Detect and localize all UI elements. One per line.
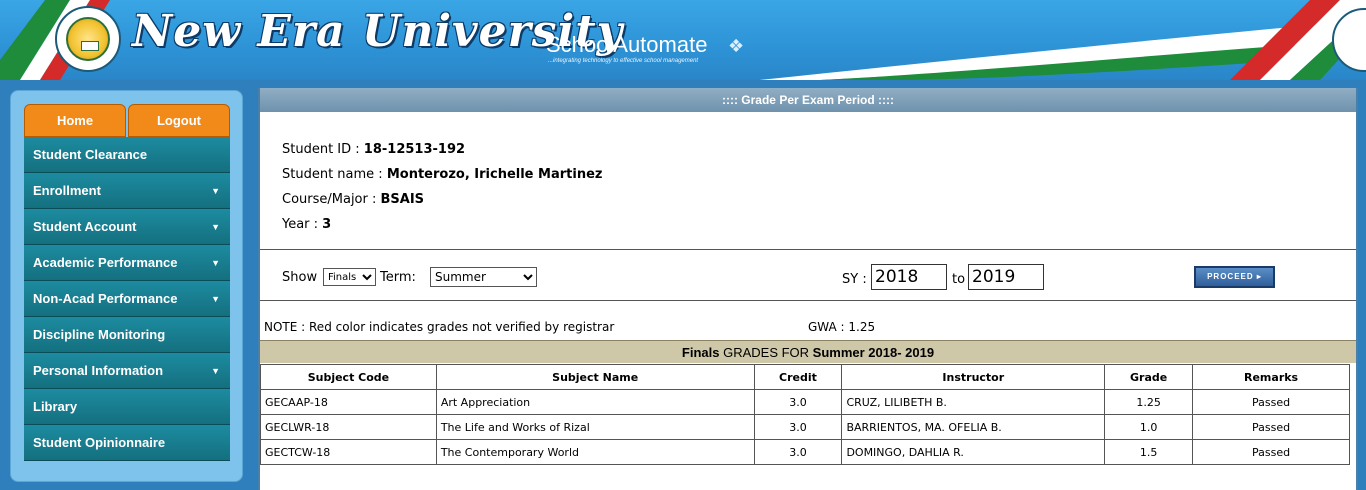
- subject-code: GECLWR-18: [260, 414, 437, 440]
- subject-name: The Contemporary World: [435, 439, 755, 465]
- table-row: GECAAP-18 Art Appreciation 3.0 CRUZ, LIL…: [260, 389, 1350, 415]
- sy-to-input[interactable]: [968, 264, 1044, 290]
- chevron-down-icon: ▼: [211, 294, 220, 304]
- sy-from-input[interactable]: [871, 264, 947, 290]
- sidebar-item-personal-information[interactable]: Personal Information ▼: [24, 353, 230, 389]
- instructor: DOMINGO, DAHLIA R.: [841, 439, 1106, 465]
- divider: [260, 249, 1356, 250]
- subject-code: GECTCW-18: [260, 439, 437, 465]
- col-header: Grade: [1104, 364, 1194, 390]
- sidebar-tabs: Home Logout: [24, 104, 230, 137]
- grades-title: Finals GRADES FOR Summer 2018- 2019: [260, 340, 1356, 363]
- product-logo-icon: ❖: [728, 36, 745, 57]
- to-label: to: [952, 272, 966, 287]
- remarks: Passed: [1192, 439, 1350, 465]
- product-tagline: ...integrating technology to effective s…: [548, 58, 699, 64]
- remarks: Passed: [1192, 414, 1350, 440]
- grade: 1.5: [1104, 439, 1194, 465]
- student-name-row: Student name : Monterozo, Irichelle Mart…: [282, 167, 603, 182]
- subject-name: Art Appreciation: [435, 389, 755, 415]
- sidebar-menu: Student Clearance Enrollment ▼ Student Ac…: [24, 137, 230, 461]
- instructor: CRUZ, LILIBETH B.: [841, 389, 1106, 415]
- col-header: Subject Name: [435, 364, 755, 390]
- show-label: Show: [282, 270, 318, 285]
- student-id-row: Student ID : 18-12513-192: [282, 142, 466, 157]
- col-header: Credit: [753, 364, 843, 390]
- sy-label: SY :: [842, 272, 867, 287]
- course: BSAIS: [380, 192, 425, 207]
- col-header: Remarks: [1192, 364, 1350, 390]
- grade-panel: :::: Grade Per Exam Period :::: Student …: [258, 88, 1358, 490]
- credit: 3.0: [753, 414, 843, 440]
- sidebar-item-library[interactable]: Library: [24, 389, 230, 425]
- table-row: GECLWR-18 The Life and Works of Rizal 3.…: [260, 414, 1350, 440]
- year-row: Year : 3: [282, 217, 332, 232]
- university-seal-icon: [55, 6, 121, 72]
- grade: 1.25: [1104, 389, 1194, 415]
- grades-table: Subject Code Subject Name Credit Instruc…: [260, 364, 1350, 465]
- sidebar-item-student-account[interactable]: Student Account ▼: [24, 209, 230, 245]
- grade: 1.0: [1104, 414, 1194, 440]
- sidebar-item-student-opinionnaire[interactable]: Student Opinionnaire: [24, 425, 230, 461]
- credit: 3.0: [753, 389, 843, 415]
- sidebar-item-non-acad-performance[interactable]: Non-Acad Performance ▼: [24, 281, 230, 317]
- logout-tab[interactable]: Logout: [128, 104, 230, 137]
- chevron-down-icon: ▼: [211, 186, 220, 196]
- chevron-down-icon: ▼: [211, 258, 220, 268]
- site-header: New Era University SchoolAutomate ...int…: [0, 0, 1366, 80]
- exam-period-select[interactable]: Finals: [323, 268, 376, 286]
- sidebar: Home Logout Student Clearance Enrollment…: [10, 90, 243, 482]
- filter-bar: Show Finals Term: Summer SY : to PROCEED…: [282, 264, 1342, 290]
- subject-name: The Life and Works of Rizal: [435, 414, 755, 440]
- sidebar-item-student-clearance[interactable]: Student Clearance: [24, 137, 230, 173]
- home-tab[interactable]: Home: [24, 104, 126, 137]
- student-id: 18-12513-192: [363, 142, 466, 157]
- proceed-button[interactable]: PROCEED ▸: [1194, 266, 1275, 288]
- student-info: Student ID : 18-12513-192 Student name :…: [282, 142, 602, 242]
- term-select[interactable]: Summer: [430, 267, 537, 287]
- credit: 3.0: [753, 439, 843, 465]
- chevron-down-icon: ▼: [211, 222, 220, 232]
- divider: [260, 300, 1356, 301]
- table-header-row: Subject Code Subject Name Credit Instruc…: [260, 364, 1350, 390]
- gwa-value: GWA : 1.25: [808, 320, 876, 334]
- product-name: SchoolAutomate: [546, 32, 708, 57]
- subject-code: GECAAP-18: [260, 389, 437, 415]
- sidebar-item-enrollment[interactable]: Enrollment ▼: [24, 173, 230, 209]
- year: 3: [322, 217, 332, 232]
- instructor: BARRIENTOS, MA. OFELIA B.: [841, 414, 1106, 440]
- col-header: Subject Code: [260, 364, 437, 390]
- chevron-down-icon: ▼: [211, 366, 220, 376]
- table-row: GECTCW-18 The Contemporary World 3.0 DOM…: [260, 439, 1350, 465]
- course-row: Course/Major : BSAIS: [282, 192, 425, 207]
- panel-title: :::: Grade Per Exam Period ::::: [260, 88, 1356, 112]
- col-header: Instructor: [841, 364, 1106, 390]
- sidebar-item-academic-performance[interactable]: Academic Performance ▼: [24, 245, 230, 281]
- term-label: Term:: [380, 270, 416, 285]
- student-name: Monterozo, Irichelle Martinez: [386, 167, 603, 182]
- verification-note: NOTE : Red color indicates grades not ve…: [264, 320, 615, 334]
- sidebar-item-discipline-monitoring[interactable]: Discipline Monitoring: [24, 317, 230, 353]
- remarks: Passed: [1192, 389, 1350, 415]
